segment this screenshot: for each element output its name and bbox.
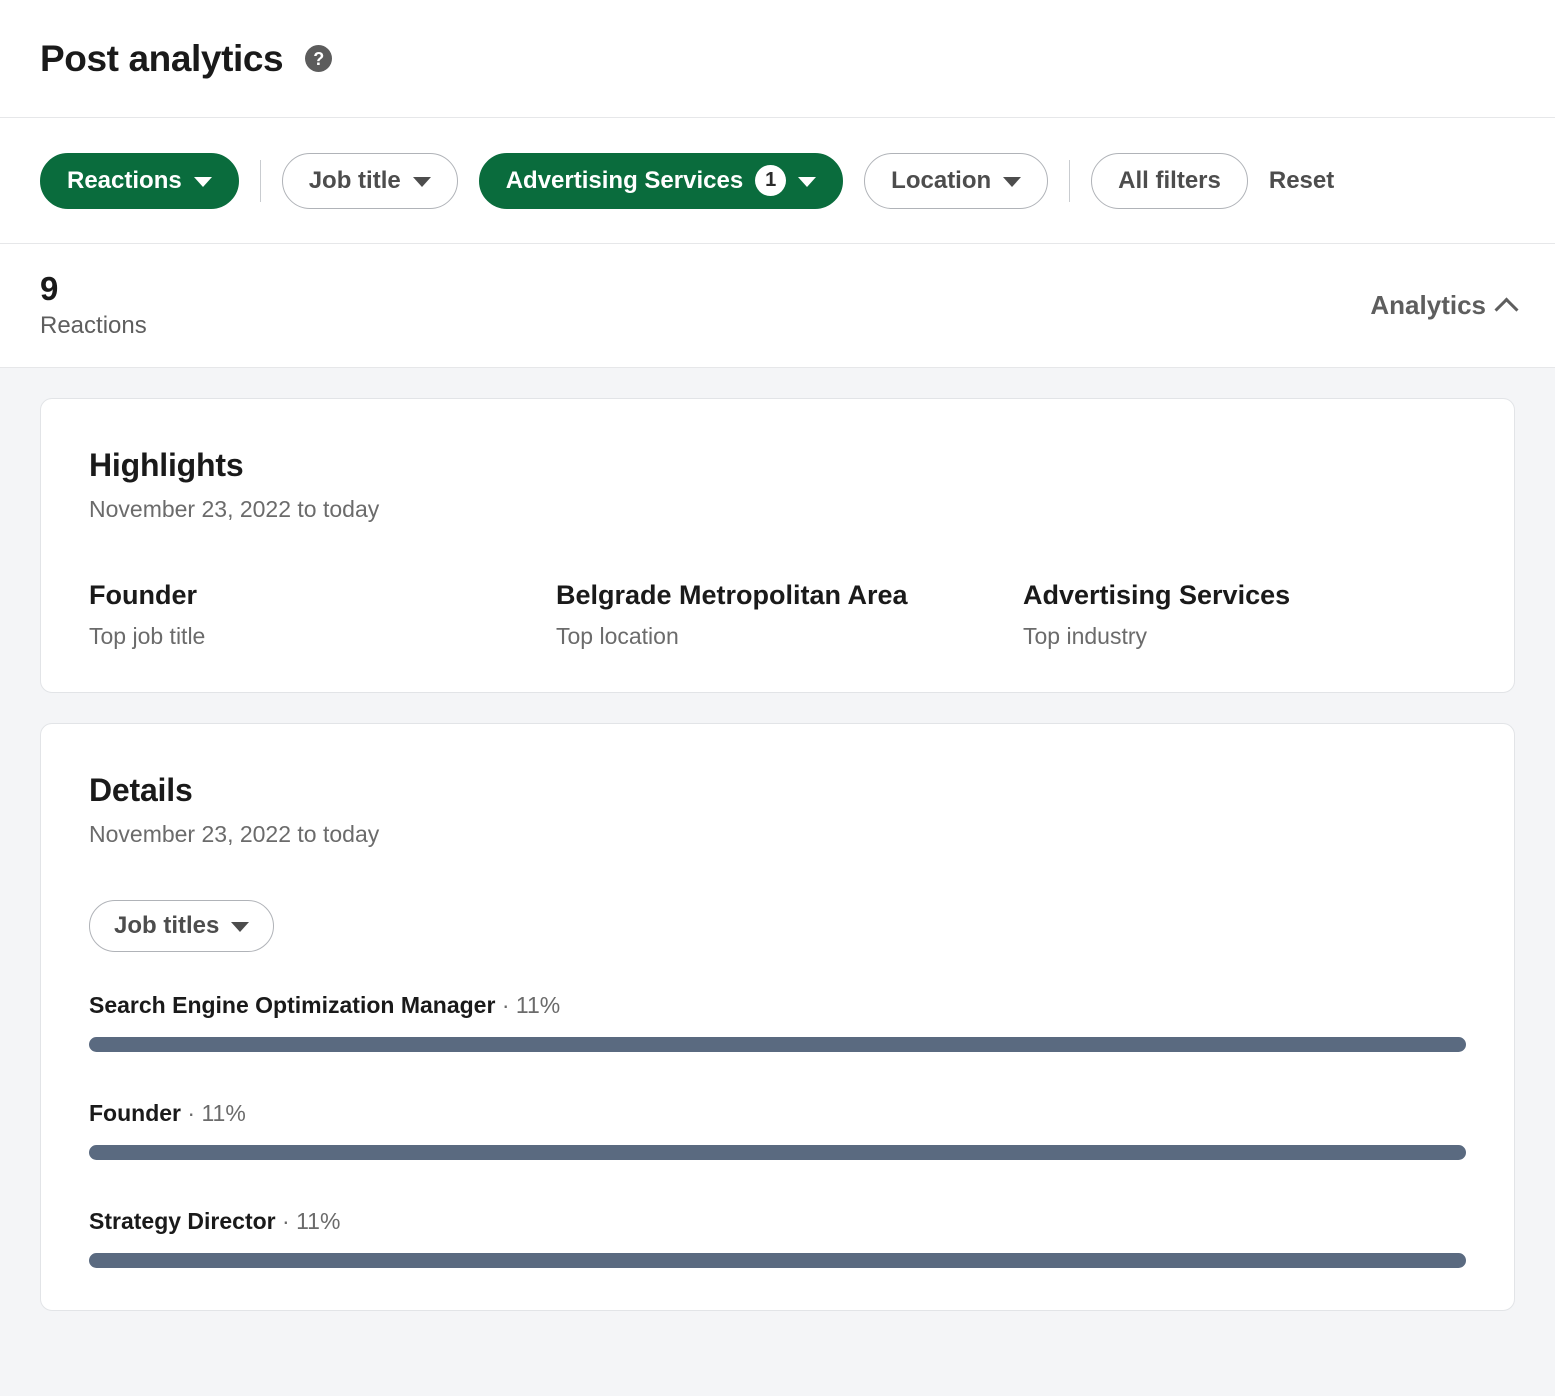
highlights-date-range: November 23, 2022 to today bbox=[89, 496, 380, 522]
chevron-down-icon bbox=[231, 922, 250, 933]
details-filter-row: Job titles bbox=[89, 899, 1466, 952]
reactions-count-label: Reactions bbox=[40, 311, 147, 339]
bar-track bbox=[89, 1036, 1466, 1052]
filter-industry-label: Advertising Services bbox=[505, 166, 744, 194]
bar-category: Strategy Director bbox=[89, 1207, 276, 1234]
details-dimension-label: Job titles bbox=[114, 911, 220, 939]
chevron-down-icon bbox=[412, 177, 431, 187]
bar-fill bbox=[89, 1252, 1466, 1268]
details-date-range: November 23, 2022 to today bbox=[89, 820, 380, 847]
highlight-value: Advertising Services bbox=[1023, 580, 1291, 610]
filter-job-title[interactable]: Job title bbox=[281, 152, 458, 209]
bar-separator: · bbox=[501, 991, 510, 1018]
analytics-toggle-label: Analytics bbox=[1370, 290, 1486, 320]
bar-value: 11% bbox=[201, 1099, 246, 1126]
filter-location[interactable]: Location bbox=[864, 152, 1049, 209]
filter-industry[interactable]: Advertising Services 1 bbox=[478, 152, 844, 209]
filter-divider-1 bbox=[259, 159, 261, 202]
analytics-content: Highlights November 23, 2022 to today Fo… bbox=[0, 368, 1555, 1311]
filter-all-filters-label: All filters bbox=[1118, 166, 1221, 194]
filter-bar: Reactions Job title Advertising Services… bbox=[0, 118, 1555, 244]
highlights-title: Highlights bbox=[89, 447, 244, 483]
details-card: Details November 23, 2022 to today Job t… bbox=[40, 722, 1515, 1311]
filter-industry-count: 1 bbox=[755, 165, 787, 196]
filter-all-filters[interactable]: All filters bbox=[1091, 152, 1248, 209]
page-title: Post analytics bbox=[40, 37, 284, 79]
help-icon[interactable]: ? bbox=[305, 45, 333, 72]
filter-divider-2 bbox=[1069, 159, 1071, 202]
chevron-down-icon bbox=[1003, 177, 1022, 187]
bar-label: Strategy Director · 11% bbox=[89, 1208, 1466, 1235]
chevron-down-icon bbox=[798, 177, 817, 187]
bar-fill bbox=[89, 1036, 1466, 1052]
highlights-card: Highlights November 23, 2022 to today Fo… bbox=[40, 398, 1515, 693]
bar-category: Search Engine Optimization Manager bbox=[89, 991, 496, 1018]
reactions-count: 9 bbox=[40, 269, 59, 307]
bar-separator: · bbox=[187, 1099, 196, 1126]
filter-reactions-label: Reactions bbox=[67, 166, 182, 194]
details-title: Details bbox=[89, 771, 193, 808]
details-bar-chart: Search Engine Optimization Manager · 11%… bbox=[89, 992, 1466, 1268]
bar-category: Founder bbox=[89, 1099, 181, 1126]
page-header: Post analytics ? bbox=[0, 0, 1555, 118]
highlight-item-location: Belgrade Metropolitan Area Top location bbox=[556, 579, 1023, 650]
bar-row: Founder · 11% bbox=[89, 1100, 1466, 1160]
highlight-value: Founder bbox=[89, 580, 197, 610]
highlight-label: Top industry bbox=[1023, 622, 1148, 649]
bar-row: Search Engine Optimization Manager · 11% bbox=[89, 992, 1466, 1052]
filter-location-label: Location bbox=[891, 166, 992, 194]
bar-label: Founder · 11% bbox=[89, 1100, 1466, 1127]
stats-strip: 9 Reactions Analytics bbox=[0, 244, 1555, 368]
chevron-down-icon bbox=[193, 177, 212, 187]
reactions-stat: 9 Reactions bbox=[40, 270, 147, 341]
highlight-item-job-title: Founder Top job title bbox=[89, 579, 556, 650]
analytics-collapse-toggle[interactable]: Analytics bbox=[1370, 290, 1519, 322]
filter-job-title-label: Job title bbox=[308, 166, 401, 194]
bar-track bbox=[89, 1252, 1466, 1268]
highlight-value: Belgrade Metropolitan Area bbox=[556, 580, 908, 610]
bar-label: Search Engine Optimization Manager · 11% bbox=[89, 992, 1466, 1019]
highlight-item-industry: Advertising Services Top industry bbox=[1023, 579, 1466, 650]
bar-fill bbox=[89, 1144, 1466, 1160]
highlight-label: Top job title bbox=[89, 622, 206, 649]
bar-row: Strategy Director · 11% bbox=[89, 1208, 1466, 1268]
details-dimension-dropdown[interactable]: Job titles bbox=[89, 899, 275, 952]
filter-reactions[interactable]: Reactions bbox=[40, 152, 239, 209]
bar-value: 11% bbox=[296, 1207, 341, 1234]
bar-value: 11% bbox=[515, 991, 561, 1018]
filter-reset-button[interactable]: Reset bbox=[1269, 167, 1334, 195]
highlight-label: Top location bbox=[556, 622, 679, 649]
bar-track bbox=[89, 1144, 1466, 1160]
chevron-up-icon bbox=[1494, 296, 1519, 322]
bar-separator: · bbox=[282, 1207, 290, 1234]
highlights-grid: Founder Top job title Belgrade Metropoli… bbox=[89, 579, 1466, 650]
